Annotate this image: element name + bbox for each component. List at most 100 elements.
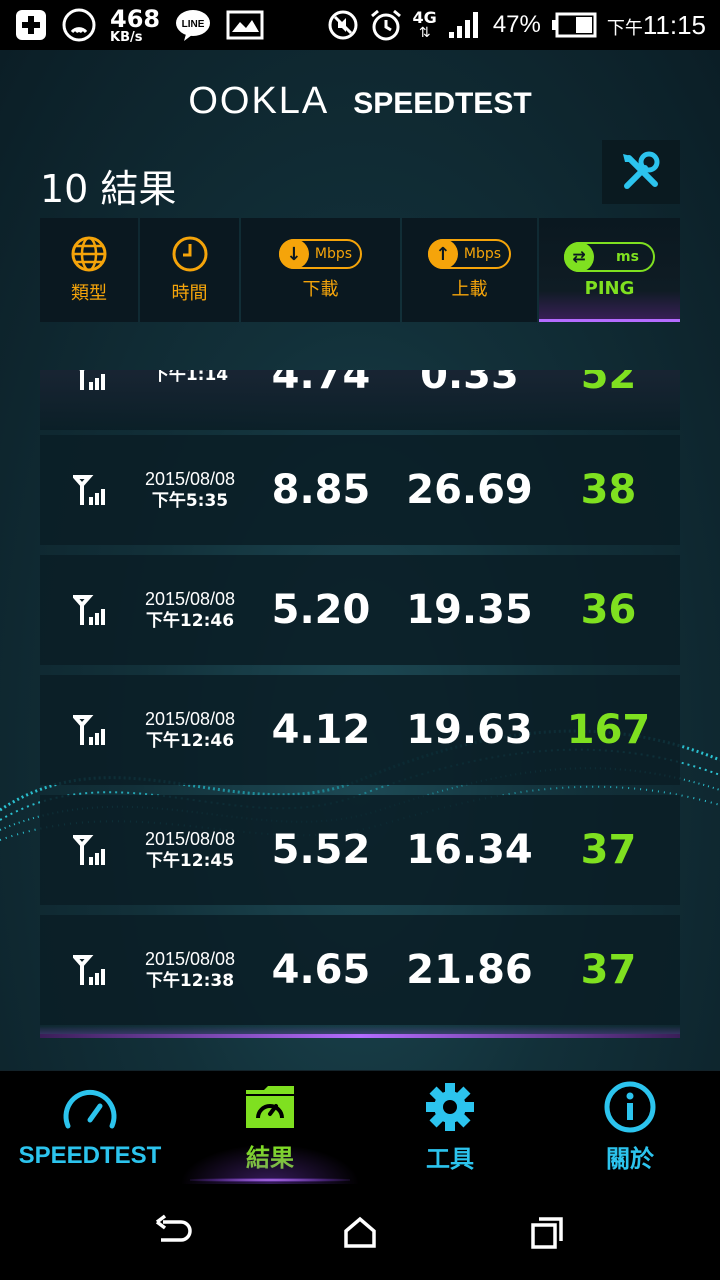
nav-speedtest[interactable]: SPEEDTEST	[0, 1071, 180, 1184]
clock-icon	[172, 236, 207, 272]
result-download: 4.12	[271, 707, 371, 753]
result-date: 2015/08/08	[144, 469, 236, 489]
signal-circle-icon	[62, 8, 96, 42]
nav-about-label: 關於	[606, 1146, 654, 1173]
recent-apps-button[interactable]	[517, 1202, 577, 1262]
ping-unit-badge: ⇄ ms	[564, 241, 655, 272]
upload-arrow-icon: ↑	[427, 239, 458, 269]
sort-header: 類型 時間 ↓ Mbps 下載 ↑ Mbps 上載 ⇄ ms PING	[40, 218, 680, 322]
result-time: 下午12:46	[145, 611, 235, 631]
result-row[interactable]: 2015/08/08 下午12:38 4.65 21.86 37	[40, 915, 680, 1025]
sort-by-upload[interactable]: ↑ Mbps 上載	[402, 218, 537, 322]
result-row[interactable]: 2015/08/08 下午5:35 8.85 26.69 38	[40, 435, 680, 545]
nav-about[interactable]: 關於	[540, 1071, 720, 1184]
result-time: 下午12:46	[145, 731, 235, 751]
result-upload: 19.63	[406, 707, 533, 753]
result-date: 2015/08/08	[144, 949, 236, 969]
clock-period: 下午	[606, 17, 643, 38]
speedometer-icon	[63, 1089, 117, 1128]
sort-by-ping[interactable]: ⇄ ms PING	[539, 218, 680, 322]
back-button[interactable]	[143, 1202, 203, 1262]
sort-by-time[interactable]: 時間	[140, 218, 239, 322]
upload-unit-badge: ↑ Mbps	[427, 239, 512, 269]
result-date: 2015/08/08	[144, 589, 236, 609]
nav-tools[interactable]: 工具	[360, 1071, 540, 1184]
sort-by-ping-label: PING	[584, 277, 635, 299]
sort-by-download-label: 下載	[302, 279, 339, 300]
sort-by-time-label: 時間	[171, 283, 208, 304]
result-time: 下午1:14	[151, 370, 229, 385]
result-row[interactable]: 2015/08/08 下午12:45 5.52 16.34 37	[40, 795, 680, 905]
recent-apps-icon	[530, 1217, 563, 1249]
cellular-type-icon	[73, 475, 105, 505]
sort-by-upload-label: 上載	[451, 279, 488, 300]
results-count: 10 結果	[40, 167, 177, 211]
list-end-divider	[40, 1034, 680, 1038]
clock: 下午11:15	[607, 10, 706, 41]
ping-unit: ms	[616, 248, 639, 265]
cellular-type-icon	[73, 955, 105, 985]
cellular-type-icon	[73, 715, 105, 745]
download-unit-badge: ↓ Mbps	[278, 239, 363, 269]
add-icon	[14, 8, 48, 42]
app-logo: OOKLA SPEEDTEST	[0, 80, 720, 123]
system-nav-bar	[0, 1184, 720, 1280]
result-ping: 52	[580, 370, 637, 398]
ping-arrows-icon: ⇄	[564, 241, 595, 272]
network-type-label: 4G	[412, 8, 437, 27]
upload-unit: Mbps	[463, 246, 502, 262]
signal-bars-icon	[447, 10, 483, 40]
result-ping: 37	[580, 947, 637, 993]
result-time: 下午12:45	[145, 851, 235, 871]
result-upload: 16.34	[406, 827, 533, 873]
result-ping: 36	[580, 587, 637, 633]
result-download: 5.52	[271, 827, 371, 873]
results-screen: OOKLA SPEEDTEST 10 結果 類型 時間 ↓ Mbps 下載 ↑ …	[0, 50, 720, 1070]
product-name: SPEEDTEST	[353, 87, 532, 120]
settings-button[interactable]	[602, 140, 680, 204]
results-list[interactable]: 下午1:14 4.74 0.33 52 2015/08/08 下午5:35 8.8…	[40, 370, 680, 1040]
sort-by-download[interactable]: ↓ Mbps 下載	[241, 218, 400, 322]
result-upload: 19.35	[406, 587, 533, 633]
home-icon	[344, 1216, 376, 1248]
result-row[interactable]: 2015/08/08 下午12:46 4.12 19.63 167	[40, 675, 680, 785]
result-ping: 37	[580, 827, 637, 873]
battery-icon	[551, 12, 597, 38]
network-speed-value: 468	[110, 4, 161, 33]
info-icon	[604, 1081, 656, 1133]
home-button[interactable]	[330, 1202, 390, 1262]
result-date: 2015/08/08	[144, 709, 236, 729]
result-time: 下午5:35	[151, 491, 229, 511]
result-ping: 167	[566, 707, 651, 753]
result-download: 5.20	[271, 587, 371, 633]
download-arrow-icon: ↓	[278, 239, 309, 269]
nav-speedtest-label: SPEEDTEST	[18, 1141, 162, 1169]
cellular-type-icon	[73, 835, 105, 865]
result-download: 8.85	[271, 467, 371, 513]
result-row[interactable]: 下午1:14 4.74 0.33 52	[40, 370, 680, 430]
result-download: 4.74	[271, 370, 371, 398]
tools-icon	[623, 151, 660, 189]
brand-name: OOKLA	[188, 80, 330, 122]
result-row[interactable]: 2015/08/08 下午12:46 5.20 19.35 36	[40, 555, 680, 665]
result-time: 下午12:38	[145, 971, 235, 991]
result-upload: 0.33	[420, 370, 519, 398]
battery-percent: 47%	[492, 11, 541, 38]
results-folder-icon	[246, 1086, 294, 1128]
result-ping: 38	[580, 467, 637, 513]
bottom-nav: SPEEDTEST 結果 工具 關於	[0, 1070, 720, 1184]
sort-by-type[interactable]: 類型	[40, 218, 138, 322]
line-badge-text: LINE	[182, 19, 205, 30]
nav-results-label: 結果	[246, 1144, 294, 1172]
globe-icon	[71, 236, 107, 272]
result-date: 2015/08/08	[144, 829, 236, 849]
result-upload: 26.69	[406, 467, 533, 513]
network-speed-unit: KB/s	[110, 29, 143, 45]
alarm-icon	[369, 8, 403, 42]
gear-icon	[426, 1083, 474, 1131]
network-speed: 468 KB/s	[110, 7, 160, 44]
cellular-type-icon	[79, 370, 105, 390]
image-icon	[226, 10, 264, 40]
result-download: 4.65	[271, 947, 371, 993]
nav-results[interactable]: 結果	[180, 1071, 360, 1184]
